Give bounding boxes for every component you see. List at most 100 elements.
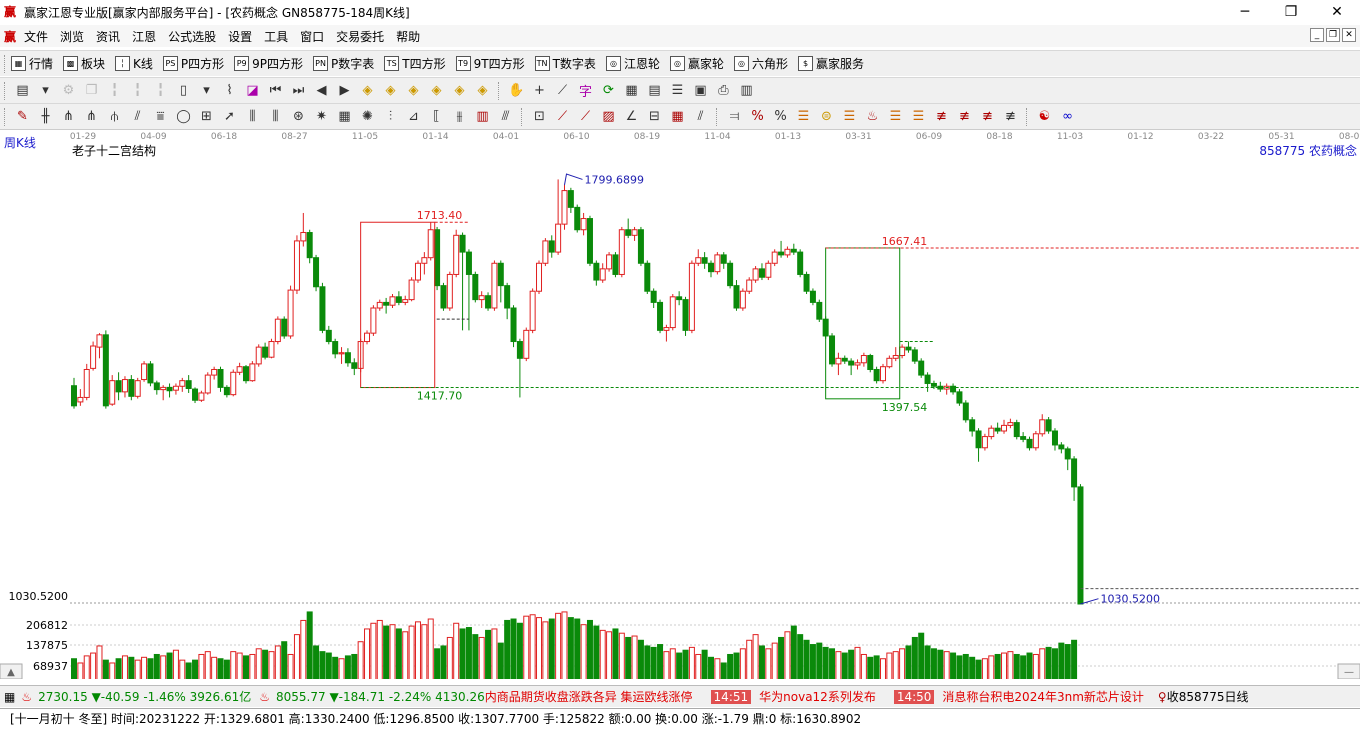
percent-b-icon[interactable]: % bbox=[772, 108, 790, 126]
arrow-icon[interactable]: ➚ bbox=[221, 108, 239, 126]
menu-file[interactable]: 文件 bbox=[18, 28, 54, 45]
chart-area[interactable]: 01-29 04-09 06-18 08-27 11-05 01-14 04-01 06-10… bbox=[0, 129, 1360, 681]
toolbar-item-ps[interactable]: PS P四方形 bbox=[162, 55, 224, 72]
level-icon[interactable]: ⫤ bbox=[726, 108, 744, 126]
first-page-icon[interactable]: ⏮ bbox=[267, 82, 285, 100]
brackets-icon[interactable]: ⟦ bbox=[428, 108, 446, 126]
menu-window[interactable]: 窗口 bbox=[294, 28, 330, 45]
diamond-1-icon[interactable]: ◈ bbox=[359, 82, 377, 100]
chart-color-icon[interactable]: ◪ bbox=[244, 82, 262, 100]
angle-icon[interactable]: ∠ bbox=[623, 108, 641, 126]
channel-icon[interactable]: ⫽ bbox=[129, 108, 147, 126]
dropdown-icon[interactable]: ▾ bbox=[198, 82, 216, 100]
print-icon[interactable]: ⎙ bbox=[715, 82, 733, 100]
fork-icon[interactable]: ⫛ bbox=[106, 108, 124, 126]
diamond-2-icon[interactable]: ◈ bbox=[382, 82, 400, 100]
menu-help[interactable]: 帮助 bbox=[390, 28, 426, 45]
toolbar-item-blocks[interactable]: ▩ 板块 bbox=[63, 55, 105, 72]
vlines-icon[interactable]: ⫶ bbox=[382, 108, 400, 126]
candle-c-icon[interactable]: ╏ bbox=[152, 82, 170, 100]
ruler-icon[interactable]: ⊿ bbox=[405, 108, 423, 126]
wheel-icon[interactable]: ⊛ bbox=[290, 108, 308, 126]
mdi-restore-icon[interactable]: ❐ bbox=[1326, 28, 1340, 42]
vline-icon[interactable]: ╫ bbox=[37, 108, 55, 126]
box-icon[interactable]: ⊡ bbox=[531, 108, 549, 126]
mdi-close-icon[interactable]: ✕ bbox=[1342, 28, 1356, 42]
ticks-icon[interactable]: ⫵ bbox=[451, 108, 469, 126]
mdi-minimize-icon[interactable]: _ bbox=[1310, 28, 1324, 42]
restore-icon[interactable]: ❐ bbox=[1268, 0, 1314, 24]
menu-info[interactable]: 资讯 bbox=[90, 28, 126, 45]
hand-icon[interactable]: ✋ bbox=[508, 82, 526, 100]
stats-c-icon[interactable]: ♨ bbox=[864, 108, 882, 126]
menu-settings[interactable]: 设置 bbox=[222, 28, 258, 45]
bars-a-icon[interactable]: ⫼ bbox=[244, 108, 262, 126]
infinity-icon[interactable]: ∞ bbox=[1059, 108, 1077, 126]
last-page-icon[interactable]: ⏭ bbox=[290, 82, 308, 100]
export-icon[interactable]: ▥ bbox=[738, 82, 756, 100]
news-ticker-2[interactable]: 华为nova12系列发布 bbox=[759, 688, 876, 705]
circle-icon[interactable]: ◯ bbox=[175, 108, 193, 126]
prev-icon[interactable]: ◀ bbox=[313, 82, 331, 100]
percent-a-icon[interactable]: % bbox=[749, 108, 767, 126]
toolbar-item-grid[interactable]: ▦ 行情 bbox=[11, 55, 53, 72]
candlestick-chart[interactable]: 01-29 04-09 06-18 08-27 11-05 01-14 04-01 06-10… bbox=[0, 129, 1360, 681]
menu-tools[interactable]: 工具 bbox=[258, 28, 294, 45]
menu-trade[interactable]: 交易委托 bbox=[330, 28, 390, 45]
stats-d-icon[interactable]: ☰ bbox=[887, 108, 905, 126]
stats-f-icon[interactable]: ≢ bbox=[933, 108, 951, 126]
toolbar-item-dollar[interactable]: $ 赢家服务 bbox=[797, 55, 864, 72]
fan-c-icon[interactable]: ⟋ bbox=[554, 108, 572, 126]
spiral-icon[interactable]: ✺ bbox=[359, 108, 377, 126]
stats-e-icon[interactable]: ☰ bbox=[910, 108, 928, 126]
fan-a-icon[interactable]: ⋔ bbox=[60, 108, 78, 126]
text-icon[interactable]: 字 bbox=[577, 82, 595, 100]
coin-icon[interactable]: ⊜ bbox=[818, 108, 836, 126]
grid-icon[interactable]: ▦ bbox=[336, 108, 354, 126]
wave-icon[interactable]: ⌇ bbox=[221, 82, 239, 100]
save-icon[interactable]: ▣ bbox=[692, 82, 710, 100]
sh-index-value[interactable]: 2730.15 bbox=[38, 690, 88, 704]
candle-a-icon[interactable]: ╏ bbox=[106, 82, 124, 100]
cycle-icon[interactable]: ⟳ bbox=[600, 82, 618, 100]
dropdown-icon[interactable]: ▾ bbox=[37, 82, 55, 100]
settings-icon[interactable]: ⚙ bbox=[60, 82, 78, 100]
next-icon[interactable]: ▶ bbox=[336, 82, 354, 100]
diamond-5-icon[interactable]: ◈ bbox=[451, 82, 469, 100]
menu-browse[interactable]: 浏览 bbox=[54, 28, 90, 45]
toolbar-item-winner-wheel[interactable]: ◎ 赢家轮 bbox=[669, 55, 724, 72]
toolbar-item-t9[interactable]: T9 9T四方形 bbox=[455, 55, 525, 72]
line-icon[interactable]: ⟋ bbox=[554, 82, 572, 100]
toolbar-item-candles[interactable]: ╎ K线 bbox=[115, 55, 153, 72]
square-icon[interactable]: ⊟ bbox=[646, 108, 664, 126]
pen-icon[interactable]: ✎ bbox=[14, 108, 32, 126]
stats-a-icon[interactable]: ☰ bbox=[795, 108, 813, 126]
copy-icon[interactable]: ❐ bbox=[83, 82, 101, 100]
bars-c-icon[interactable]: ▥ bbox=[474, 108, 492, 126]
diamond-3-icon[interactable]: ◈ bbox=[405, 82, 423, 100]
gannbox-icon[interactable]: ⊞ bbox=[198, 108, 216, 126]
matrix-icon[interactable]: ▦ bbox=[669, 108, 687, 126]
list-icon[interactable]: ☰ bbox=[669, 82, 687, 100]
bars-d-icon[interactable]: ⫻ bbox=[497, 108, 515, 126]
candle-d-icon[interactable]: ▯ bbox=[175, 82, 193, 100]
toolbar-item-p9[interactable]: P9 9P四方形 bbox=[234, 55, 303, 72]
star-icon[interactable]: ✷ bbox=[313, 108, 331, 126]
stats-i-icon[interactable]: ≢ bbox=[1002, 108, 1020, 126]
page-icon[interactable]: ▤ bbox=[14, 82, 32, 100]
diamond-4-icon[interactable]: ◈ bbox=[428, 82, 446, 100]
menu-gann[interactable]: 江恩 bbox=[126, 28, 162, 45]
sz-index-value[interactable]: 8055.77 bbox=[276, 690, 326, 704]
toolbar-item-ts[interactable]: TS T四方形 bbox=[384, 55, 446, 72]
candle-b-icon[interactable]: ╏ bbox=[129, 82, 147, 100]
index-grid-icon[interactable]: ▦ bbox=[4, 690, 15, 704]
minimize-icon[interactable]: ─ bbox=[1222, 0, 1268, 24]
diamond-6-icon[interactable]: ◈ bbox=[474, 82, 492, 100]
toolbar-item-tn[interactable]: TN T数字表 bbox=[534, 55, 596, 72]
stats-h-icon[interactable]: ≢ bbox=[979, 108, 997, 126]
fib-icon[interactable]: ⩸ bbox=[152, 108, 170, 126]
close-icon[interactable]: ✕ bbox=[1314, 0, 1360, 24]
toolbar-item-pn[interactable]: PN P数字表 bbox=[313, 55, 374, 72]
hatch-icon[interactable]: ▨ bbox=[600, 108, 618, 126]
news-ticker-3[interactable]: 消息称台积电2024年3nm新芯片设计 bbox=[942, 688, 1143, 705]
